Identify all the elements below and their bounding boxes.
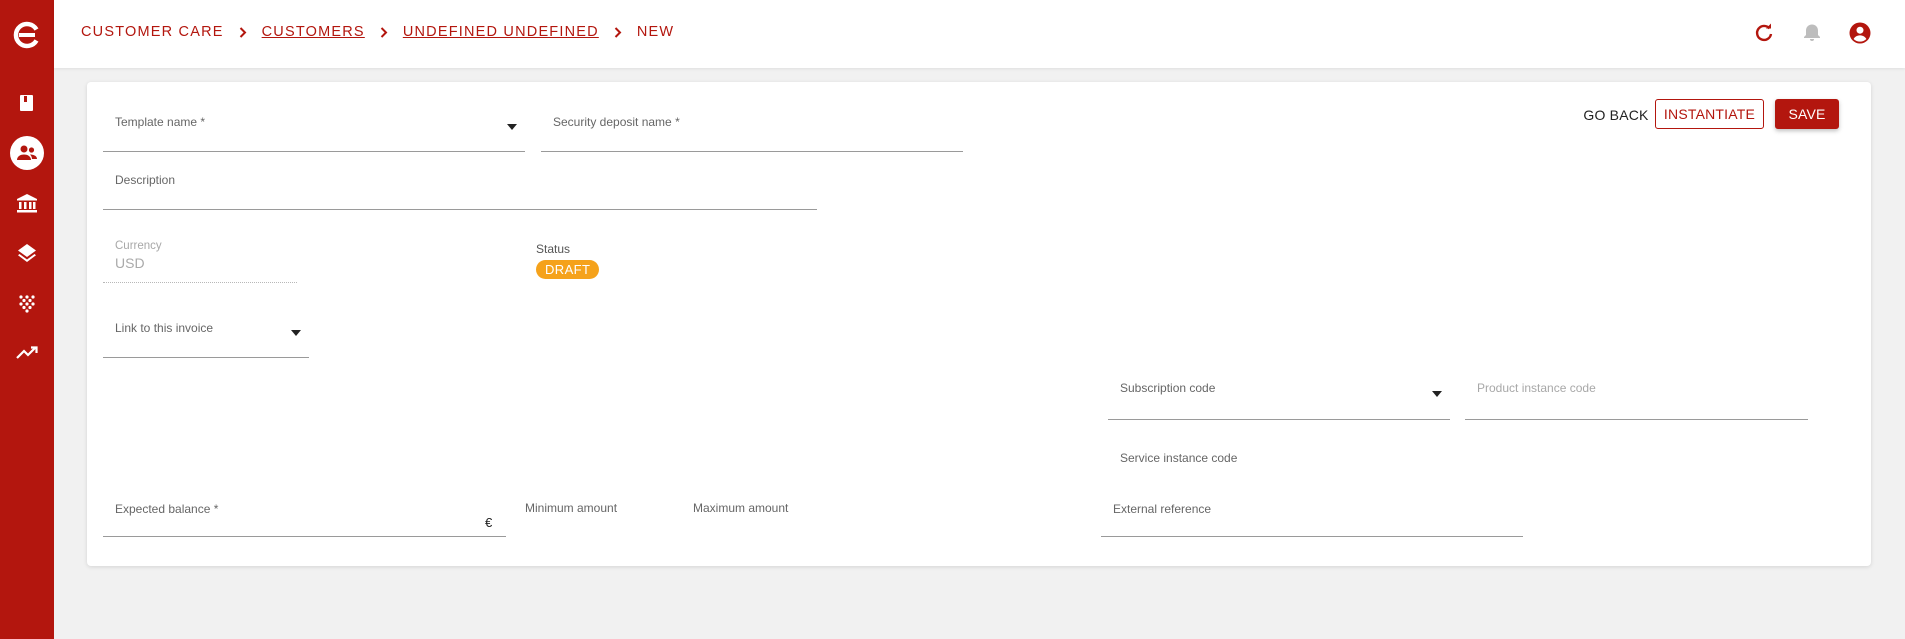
chevron-right-icon xyxy=(239,26,247,38)
save-button[interactable]: SAVE xyxy=(1775,99,1839,129)
book-icon xyxy=(20,95,33,111)
top-bar: CUSTOMER CARE CUSTOMERS UNDEFINED UNDEFI… xyxy=(54,0,1905,68)
security-deposit-name-field[interactable]: Security deposit name * xyxy=(541,100,963,152)
service-instance-code-label[interactable]: Service instance code xyxy=(1120,451,1237,465)
sidebar-item-customers[interactable] xyxy=(0,133,54,173)
status-badge: DRAFT xyxy=(536,260,600,279)
template-name-select[interactable]: Template name * xyxy=(103,100,525,152)
link-invoice-select[interactable]: Link to this invoice xyxy=(103,306,309,358)
trending-up-icon xyxy=(16,346,38,359)
customers-icon xyxy=(17,145,37,160)
caret-down-icon xyxy=(291,330,301,336)
currency-label: Currency xyxy=(115,240,162,252)
sidebar-item-trending[interactable] xyxy=(0,333,54,373)
breadcrumb-customers[interactable]: CUSTOMERS xyxy=(262,24,365,40)
breadcrumb-customer-care: CUSTOMER CARE xyxy=(81,24,224,40)
product-instance-code-field[interactable]: Product instance code xyxy=(1465,366,1808,420)
breadcrumb: CUSTOMER CARE CUSTOMERS UNDEFINED UNDEFI… xyxy=(81,24,674,40)
currency-value: USD xyxy=(115,255,145,271)
account-circle-icon xyxy=(1849,22,1871,44)
chevron-right-icon xyxy=(614,26,622,38)
security-deposit-form: Template name * Security deposit name * … xyxy=(87,82,1871,566)
instantiate-button[interactable]: INSTANTIATE xyxy=(1655,99,1764,129)
breadcrumb-customer-name[interactable]: UNDEFINED UNDEFINED xyxy=(403,24,599,40)
go-back-button[interactable]: GO BACK xyxy=(1577,100,1655,129)
template-name-label: Template name * xyxy=(115,115,206,129)
maximum-amount-label[interactable]: Maximum amount xyxy=(693,501,788,515)
grid-dots-icon xyxy=(19,295,35,313)
security-deposit-name-label: Security deposit name * xyxy=(553,115,680,129)
status-label: Status xyxy=(536,242,571,256)
external-reference-label: External reference xyxy=(1113,502,1212,516)
sidebar xyxy=(0,0,54,639)
account-button[interactable] xyxy=(1847,20,1873,46)
subscription-code-select[interactable]: Subscription code xyxy=(1108,366,1450,420)
logo-icon xyxy=(13,21,39,49)
app-logo[interactable] xyxy=(0,15,54,55)
external-reference-field[interactable]: External reference xyxy=(1101,487,1523,537)
product-instance-code-label: Product instance code xyxy=(1477,381,1596,395)
caret-down-icon xyxy=(507,124,517,130)
currency-field: Currency USD xyxy=(103,239,297,283)
refresh-button[interactable] xyxy=(1751,20,1777,46)
sidebar-item-book[interactable] xyxy=(0,83,54,123)
description-label: Description xyxy=(115,173,176,187)
euro-suffix: € xyxy=(485,515,493,530)
active-indicator xyxy=(10,136,44,170)
bank-icon xyxy=(17,194,37,213)
subscription-code-label: Subscription code xyxy=(1120,381,1216,395)
minimum-amount-label[interactable]: Minimum amount xyxy=(525,501,617,515)
sidebar-item-bank[interactable] xyxy=(0,183,54,223)
layers-icon xyxy=(18,244,36,262)
expected-balance-label: Expected balance * xyxy=(115,502,219,516)
sidebar-item-layers[interactable] xyxy=(0,233,54,273)
refresh-icon xyxy=(1755,23,1773,42)
chevron-right-icon xyxy=(380,26,388,38)
expected-balance-field[interactable]: Expected balance * € xyxy=(103,487,506,537)
bell-icon xyxy=(1804,24,1820,41)
sidebar-item-grid[interactable] xyxy=(0,283,54,323)
breadcrumb-new: NEW xyxy=(636,24,675,40)
caret-down-icon xyxy=(1432,391,1442,397)
description-field[interactable]: Description xyxy=(103,157,817,210)
link-invoice-label: Link to this invoice xyxy=(115,321,214,335)
header-actions xyxy=(1729,20,1873,46)
notifications-button[interactable] xyxy=(1799,20,1825,46)
